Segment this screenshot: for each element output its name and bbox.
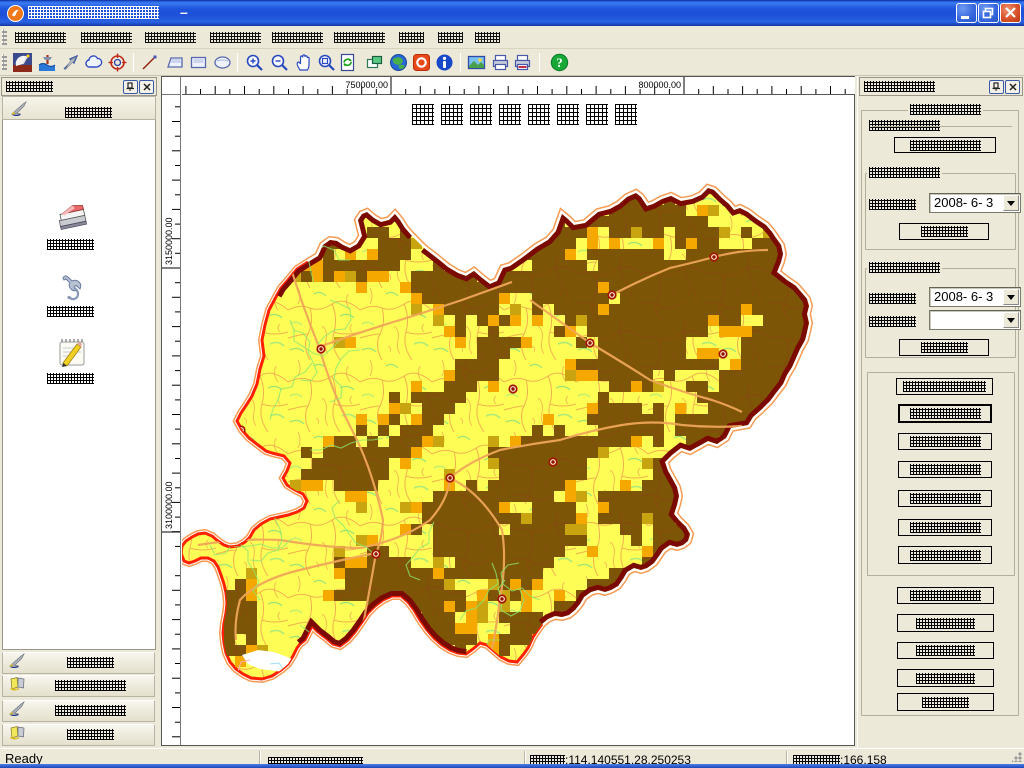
svg-text:3150000.00: 3150000.00 — [164, 217, 174, 265]
svg-text:800000.00: 800000.00 — [638, 80, 681, 90]
svg-text:?: ? — [556, 55, 563, 70]
svg-text:750000.00: 750000.00 — [345, 80, 388, 90]
svg-text:3100000.00: 3100000.00 — [164, 481, 174, 529]
